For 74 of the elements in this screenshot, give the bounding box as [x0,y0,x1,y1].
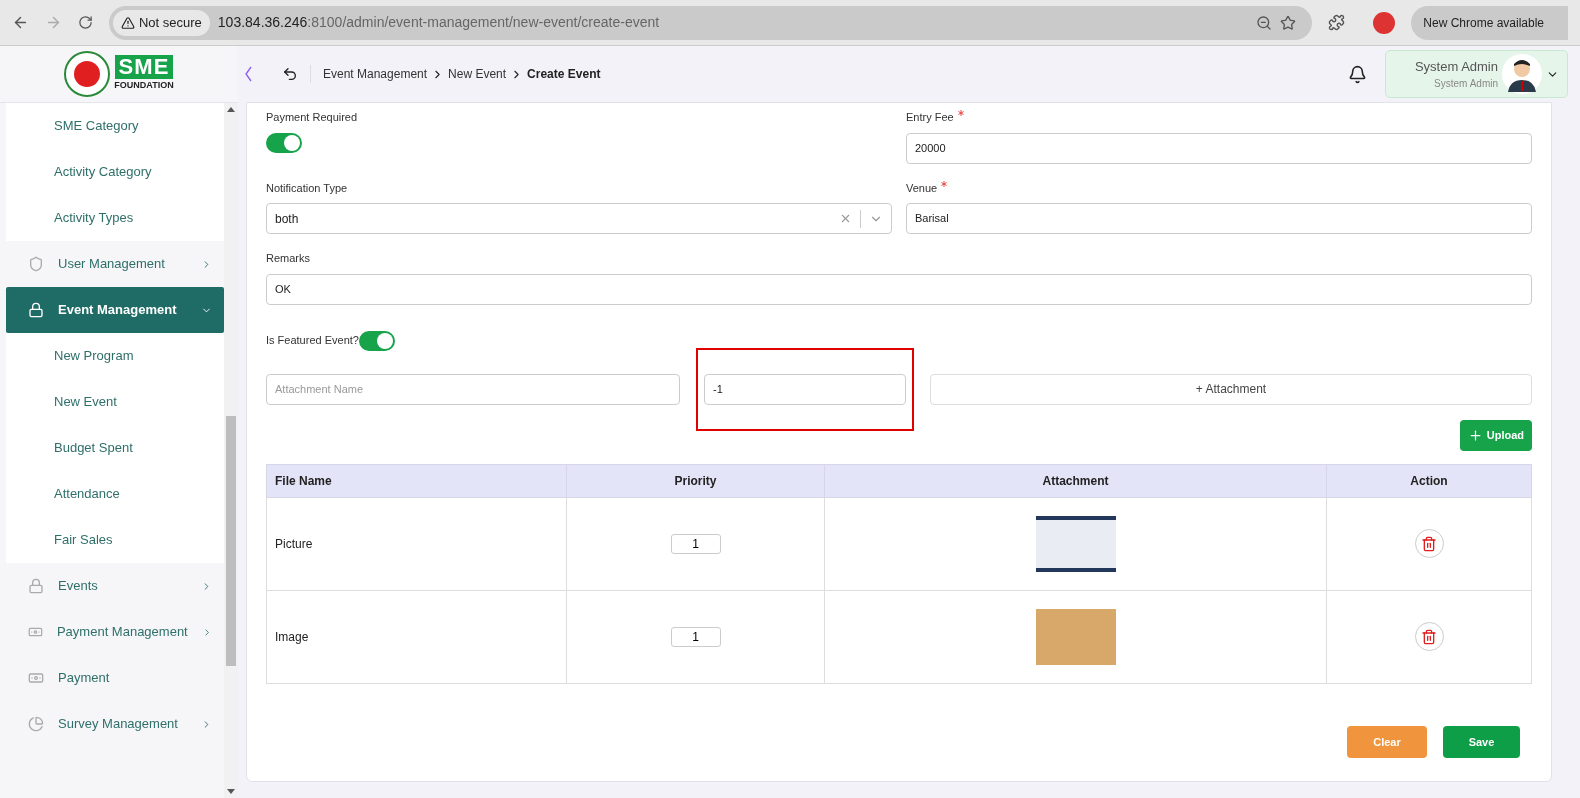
undo-icon[interactable] [282,66,298,82]
scrollbar[interactable] [224,103,238,798]
breadcrumb-item[interactable]: Event Management [323,65,428,83]
avatar-silhouette-icon [1502,54,1542,94]
required-asterisk-icon [941,180,948,187]
menu-icon [28,302,44,318]
table-cell: Picture [266,497,567,590]
collapse-sidebar-icon[interactable] [244,66,252,82]
toggle-switch[interactable] [358,330,395,351]
venue-input[interactable]: Barisal [906,203,1532,234]
back-icon[interactable] [12,14,29,31]
trash-icon [1421,535,1437,552]
sidebar-subitem[interactable]: Fair Sales [6,517,224,563]
save-button[interactable]: Save [1443,726,1520,758]
address-bar[interactable]: Not secure 103.84.36.246:8100/admin/event-management/new-event/create-event [108,5,1313,40]
reload-icon[interactable] [77,15,93,30]
menu-icon [28,256,44,272]
security-chip[interactable]: Not secure [112,9,210,36]
sidebar-subitem[interactable]: Budget Spent [6,425,224,471]
url-text: 103.84.36.246:8100/admin/event-management/new-event/create-event [217,13,660,32]
update-chip[interactable]: New Chrome available [1411,5,1569,40]
entry-fee-input[interactable]: 20000 [906,132,1532,164]
user-name: System Admin [1414,57,1498,76]
user-menu[interactable]: System Admin System Admin [1385,50,1568,98]
clear-icon[interactable] [839,212,852,225]
breadcrumb-item[interactable]: New Event [448,65,507,83]
breadcrumb-item: Create Event [527,66,601,83]
sidebar-item[interactable]: User Management [6,241,224,287]
notification-bell-icon[interactable] [1348,64,1367,84]
notification-type-select[interactable]: both [266,203,892,234]
sidebar-subitem[interactable]: Activity Category [6,149,224,195]
sidebar-subitem[interactable]: Activity Types [6,195,224,241]
toggle-switch[interactable] [266,132,302,153]
menu-icon [28,670,44,686]
field-label: Remarks [266,251,310,266]
column-header: Priority [566,464,825,497]
remarks-input[interactable]: OK [266,273,1532,305]
column-header: File Name [266,464,567,497]
field-label: Is Featured Event? [266,333,359,349]
menu-icon [28,716,44,732]
sidebar-subitem[interactable]: SME Category [6,103,224,149]
bookmark-star-icon[interactable] [1280,14,1297,31]
sidebar-subitem[interactable]: New Event [6,379,224,425]
extensions-icon[interactable] [1328,14,1346,31]
field-label: Entry Fee [906,109,964,126]
trash-icon [1421,628,1437,645]
add-attachment-button[interactable]: + Attachment [930,373,1532,405]
plus-icon [1467,427,1483,443]
menu-icon [28,578,44,594]
table-cell: Image [266,590,567,683]
sidebar-item[interactable]: Event Management [6,287,224,333]
zoom-icon[interactable] [1256,14,1273,31]
field-label: Payment Required [266,110,359,125]
required-asterisk-icon [957,110,964,116]
sidebar-item[interactable]: Payment Management [6,609,224,655]
sidebar-subitem[interactable]: New Program [6,333,224,379]
scroll-down-icon[interactable] [227,789,235,794]
upload-button[interactable]: Upload [1459,419,1532,451]
priority-input[interactable]: 1 [670,533,721,554]
priority-input[interactable]: -1 [704,373,906,405]
priority-input[interactable]: 1 [670,626,721,647]
emblem-icon [64,51,111,97]
field-label: Venue [906,179,948,196]
sidebar-item[interactable]: Events [6,563,224,609]
scroll-up-icon[interactable] [227,107,235,112]
column-header: Attachment [824,464,1327,497]
column-header: Action [1326,464,1532,497]
user-role: System Admin [1434,77,1498,92]
sidebar-item[interactable]: Payment [6,655,224,701]
sidebar-subitem[interactable]: Attendance [6,471,224,517]
field-label: Notification Type [266,180,348,196]
warning-icon [120,15,135,30]
sidebar-item[interactable]: Survey Management [6,701,224,747]
profile-avatar[interactable] [1373,11,1396,34]
